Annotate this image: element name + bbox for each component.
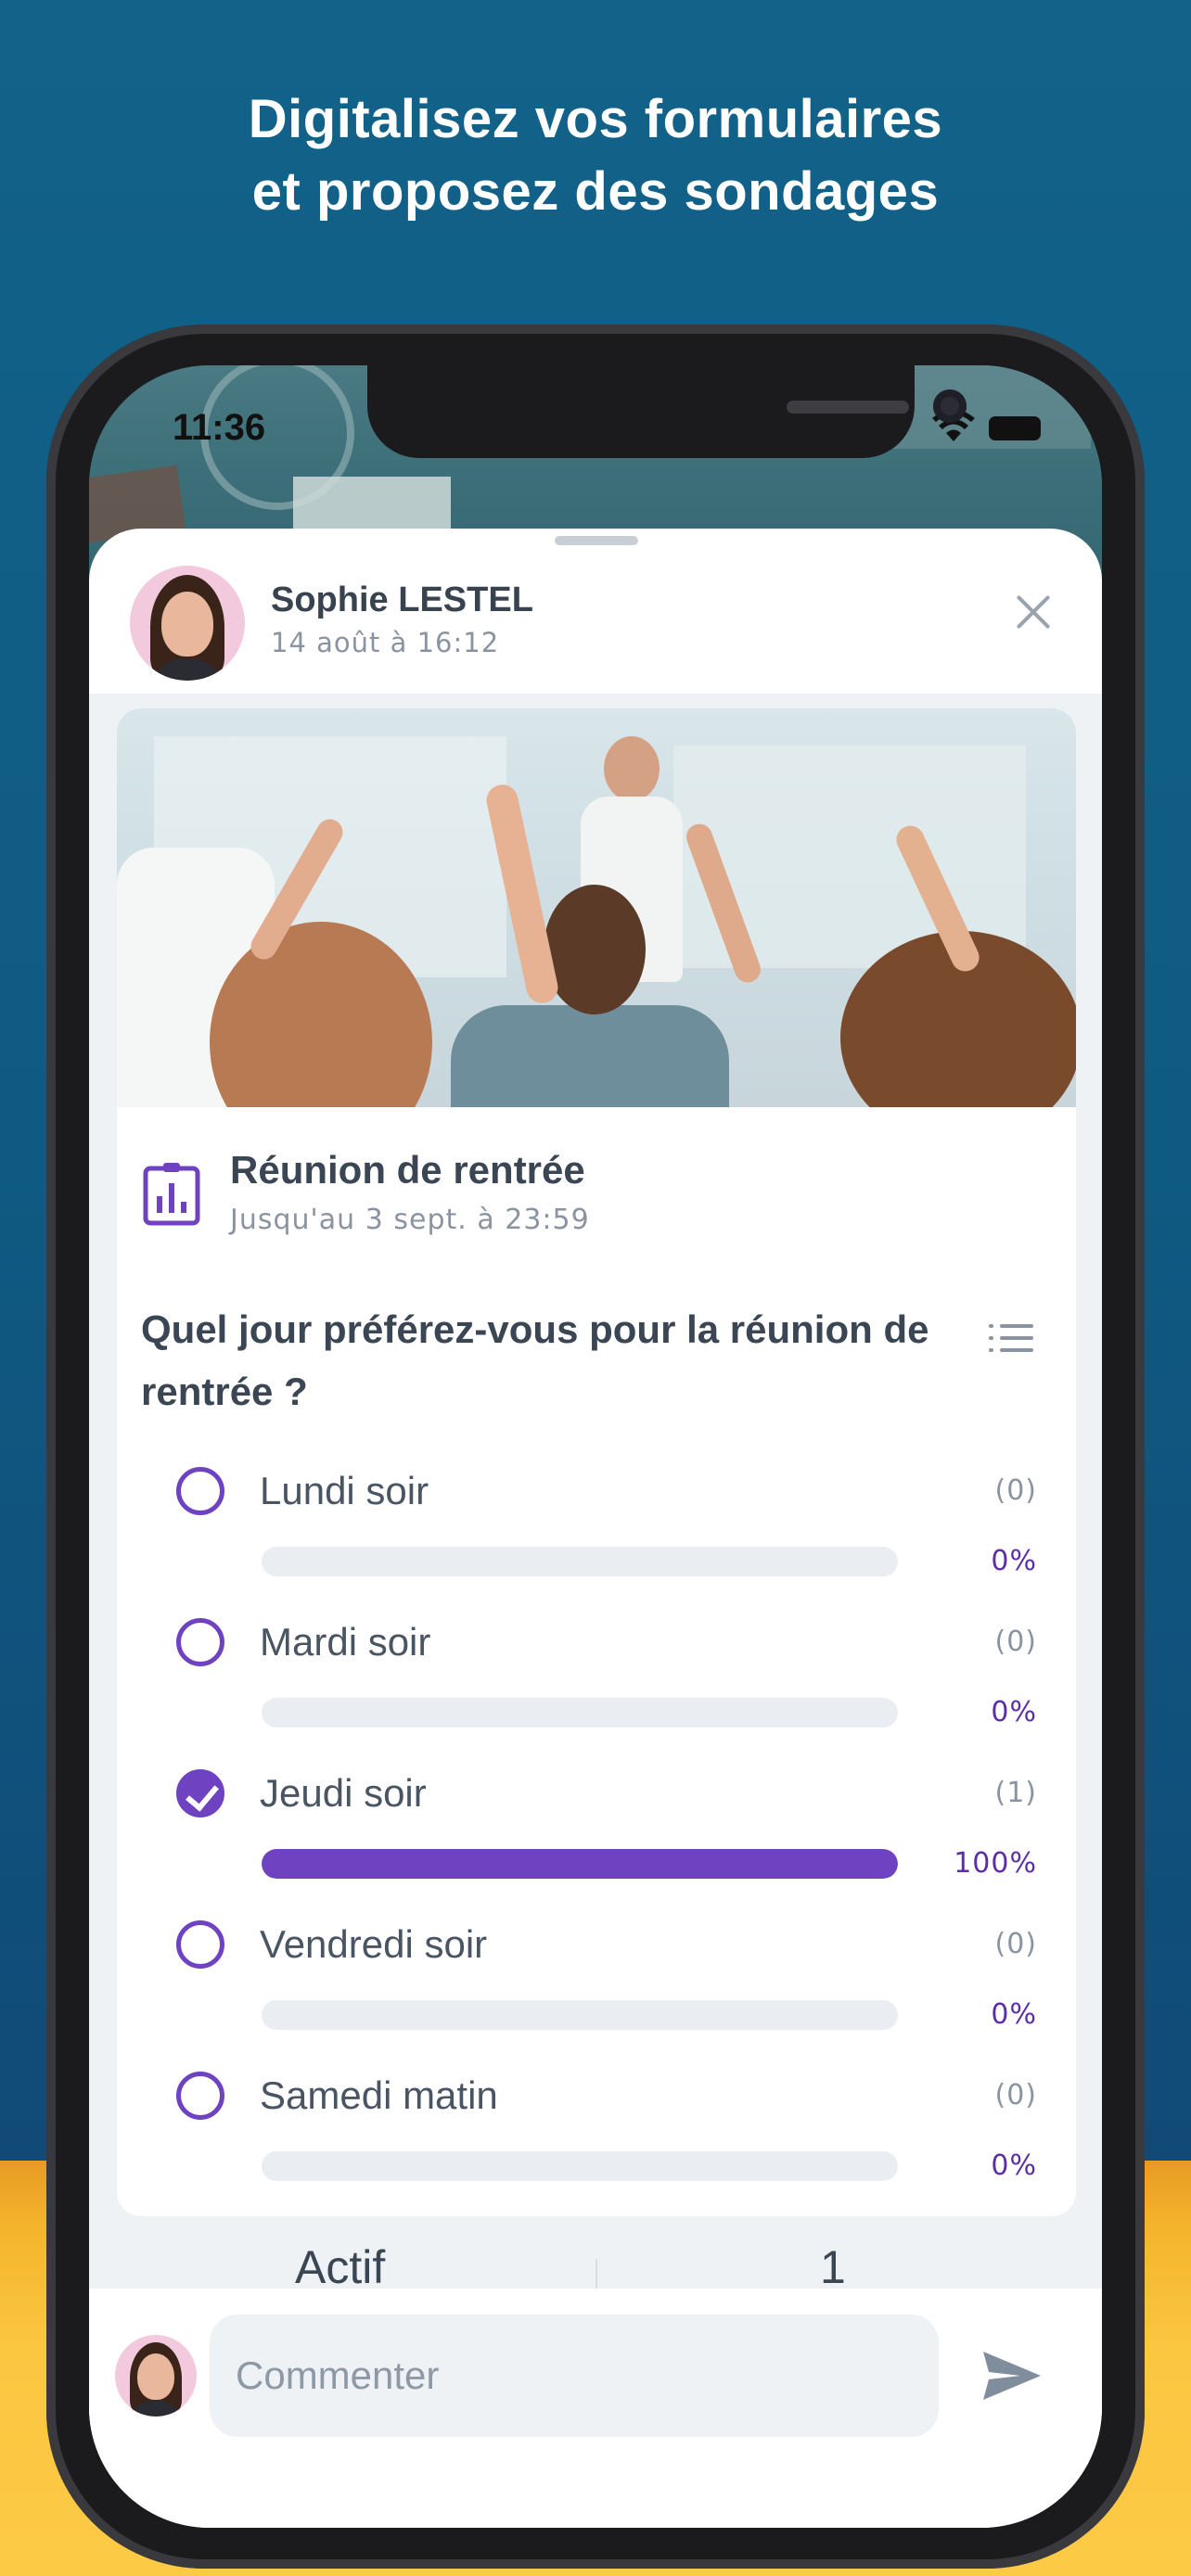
option-percent: 0% bbox=[991, 1545, 1037, 1577]
radio-button[interactable] bbox=[176, 1618, 224, 1666]
phone-frame: 11:36 Sophie LESTEL 14 août à 16:12 Réun… bbox=[46, 325, 1145, 2569]
post-date: 14 août à 16:12 bbox=[271, 627, 500, 658]
poll-card: Réunion de rentrée Jusqu'au 3 sept. à 23… bbox=[117, 708, 1076, 2216]
user-avatar bbox=[115, 2335, 197, 2417]
progress-bar bbox=[262, 1849, 898, 1879]
phone-screen: 11:36 Sophie LESTEL 14 août à 16:12 Réun… bbox=[89, 365, 1102, 2528]
comment-input[interactable] bbox=[210, 2315, 939, 2437]
stats-label: Actif bbox=[295, 2241, 386, 2293]
poll-option[interactable]: Lundi soir (0) 0% bbox=[117, 1467, 1076, 1615]
option-label[interactable]: Jeudi soir bbox=[260, 1771, 427, 1816]
phone-notch bbox=[367, 365, 967, 458]
option-percent: 0% bbox=[991, 1998, 1037, 2031]
poll-option[interactable]: Jeudi soir (1) 100% bbox=[117, 1769, 1076, 1918]
poll-deadline: Jusqu'au 3 sept. à 23:59 bbox=[230, 1204, 590, 1236]
option-label[interactable]: Mardi soir bbox=[260, 1620, 430, 1664]
option-label[interactable]: Vendredi soir bbox=[260, 1922, 487, 1967]
post-sheet: Sophie LESTEL 14 août à 16:12 Réunion de… bbox=[89, 529, 1102, 2528]
radio-button[interactable] bbox=[176, 1467, 224, 1515]
checked-radio-icon[interactable] bbox=[176, 1769, 224, 1817]
poll-option[interactable]: Vendredi soir (0) 0% bbox=[117, 1920, 1076, 2069]
poll-title: Réunion de rentrée bbox=[230, 1148, 585, 1192]
poll-option[interactable]: Mardi soir (0) 0% bbox=[117, 1618, 1076, 1766]
headline-line-2: et proposez des sondages bbox=[251, 161, 940, 222]
option-label[interactable]: Lundi soir bbox=[260, 1469, 429, 1513]
option-count: (0) bbox=[994, 1474, 1037, 1507]
radio-button[interactable] bbox=[176, 1920, 224, 1969]
option-percent: 100% bbox=[954, 1847, 1037, 1880]
status-time: 11:36 bbox=[173, 407, 266, 448]
battery-icon bbox=[989, 416, 1041, 440]
list-icon[interactable] bbox=[989, 1322, 1033, 1354]
radio-button[interactable] bbox=[176, 2072, 224, 2120]
comment-bar bbox=[89, 2289, 1102, 2528]
post-content: Réunion de rentrée Jusqu'au 3 sept. à 23… bbox=[89, 694, 1102, 2315]
bar-chart-icon bbox=[143, 1163, 200, 1226]
headline-line-1: Digitalisez vos formulaires bbox=[248, 89, 943, 149]
sheet-grabber[interactable] bbox=[555, 536, 638, 545]
option-count: (0) bbox=[994, 1626, 1037, 1658]
progress-fill bbox=[262, 1849, 898, 1879]
option-count: (0) bbox=[994, 2079, 1037, 2111]
progress-bar bbox=[262, 2000, 898, 2030]
poll-question: Quel jour préférez-vous pour la réunion … bbox=[141, 1307, 929, 1413]
progress-bar bbox=[262, 1547, 898, 1576]
option-count: (1) bbox=[994, 1777, 1037, 1809]
camera-icon bbox=[933, 389, 967, 423]
author-name[interactable]: Sophie LESTEL bbox=[271, 580, 533, 620]
option-percent: 0% bbox=[991, 1696, 1037, 1728]
progress-bar bbox=[262, 1698, 898, 1728]
stats-value: 1 bbox=[820, 2241, 846, 2293]
poll-option[interactable]: Samedi matin (0) 0% bbox=[117, 2072, 1076, 2216]
progress-bar bbox=[262, 2151, 898, 2181]
option-label[interactable]: Samedi matin bbox=[260, 2073, 498, 2118]
send-icon[interactable] bbox=[980, 2348, 1044, 2404]
marketing-headline: Digitalisez vos formulaires et proposez … bbox=[0, 83, 1191, 228]
option-count: (0) bbox=[994, 1928, 1037, 1960]
option-percent: 0% bbox=[991, 2149, 1037, 2182]
post-image[interactable] bbox=[117, 708, 1076, 1107]
close-icon[interactable] bbox=[1007, 586, 1059, 638]
author-avatar[interactable] bbox=[130, 566, 245, 681]
